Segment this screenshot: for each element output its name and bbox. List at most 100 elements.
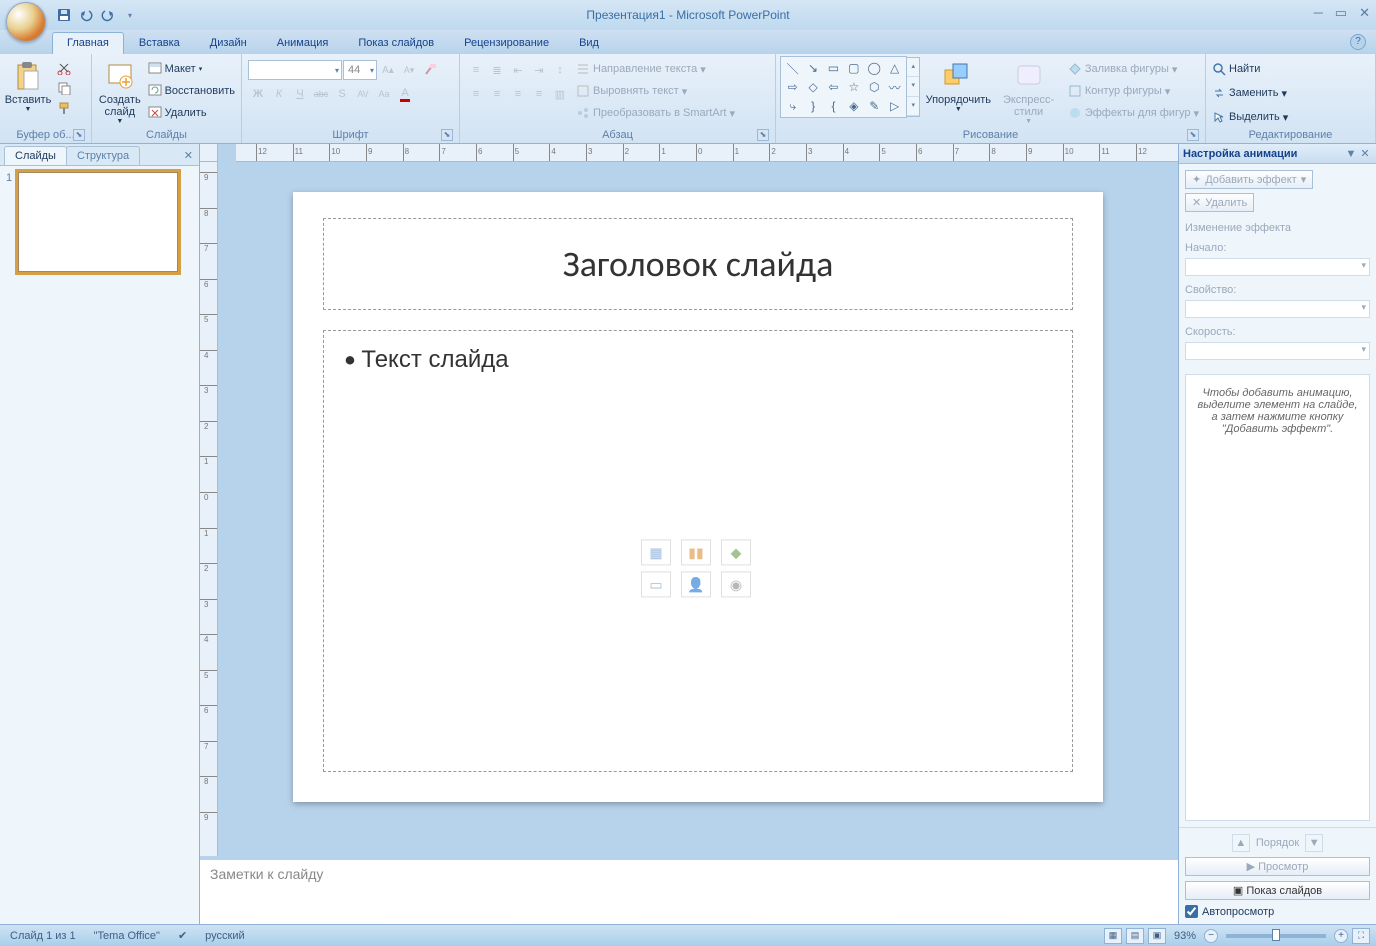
- select-button[interactable]: Выделить ▾: [1210, 106, 1290, 128]
- shape-outline-button[interactable]: Контур фигуры ▾: [1066, 80, 1201, 102]
- tab-home[interactable]: Главная: [52, 32, 124, 54]
- numbering-button[interactable]: ≣: [487, 60, 507, 80]
- shape-scribble-icon[interactable]: ✎: [865, 97, 884, 115]
- font-size-combo[interactable]: 44: [343, 60, 377, 80]
- clipboard-dialog-launcher[interactable]: ⬊: [73, 129, 85, 141]
- close-slides-panel[interactable]: ✕: [184, 149, 193, 165]
- text-direction-button[interactable]: Направление текста ▾: [574, 58, 737, 80]
- title-placeholder[interactable]: Заголовок слайда: [323, 218, 1073, 310]
- align-right-button[interactable]: ≡: [508, 84, 528, 104]
- zoom-slider[interactable]: [1226, 934, 1326, 938]
- move-up-button[interactable]: ▲: [1232, 834, 1250, 852]
- normal-view-button[interactable]: ▦: [1104, 928, 1122, 944]
- close-button[interactable]: ✕: [1359, 5, 1370, 21]
- shape-brace-icon[interactable]: }: [803, 97, 822, 115]
- pane-menu-icon[interactable]: ▼: [1344, 148, 1358, 160]
- shape-effects-button[interactable]: Эффекты для фигур ▾: [1066, 102, 1201, 124]
- delete-slide-button[interactable]: Удалить: [146, 102, 237, 124]
- align-text-button[interactable]: Выровнять текст ▾: [574, 80, 737, 102]
- replace-button[interactable]: Заменить ▾: [1210, 82, 1289, 104]
- line-spacing-button[interactable]: ↕: [550, 60, 570, 80]
- shape-arrow2-icon[interactable]: ⇨: [783, 78, 802, 96]
- shapes-scroll-up[interactable]: ▴: [907, 58, 919, 77]
- slideshow-button[interactable]: ▣ Показ слайдов: [1185, 881, 1370, 900]
- align-left-button[interactable]: ≡: [466, 84, 486, 104]
- strike-button[interactable]: abc: [311, 84, 331, 104]
- shape-action-icon[interactable]: ▷: [885, 97, 904, 115]
- new-slide-button[interactable]: Создать слайд ▼: [96, 56, 144, 127]
- ribbon-help-icon[interactable]: ?: [1350, 34, 1366, 50]
- property-combo[interactable]: [1185, 300, 1370, 318]
- tab-view[interactable]: Вид: [564, 32, 614, 54]
- arrange-button[interactable]: Упорядочить▼: [925, 56, 991, 115]
- slide[interactable]: Заголовок слайда • Текст слайда ▦ ▮▮ ◆ ▭…: [293, 192, 1103, 802]
- tab-outline[interactable]: Структура: [66, 146, 140, 165]
- shape-rect-icon[interactable]: ▭: [824, 59, 843, 77]
- insert-chart-icon[interactable]: ▮▮: [681, 539, 711, 565]
- change-case-button[interactable]: Aa: [374, 84, 394, 104]
- save-icon[interactable]: [56, 7, 72, 23]
- slide-thumbnail[interactable]: 1: [6, 172, 193, 272]
- shape-textbox-icon[interactable]: ▢: [844, 59, 863, 77]
- sorter-view-button[interactable]: ▤: [1126, 928, 1144, 944]
- underline-button[interactable]: Ч: [290, 84, 310, 104]
- zoom-in-button[interactable]: +: [1334, 929, 1348, 943]
- shape-triangle-icon[interactable]: △: [885, 59, 904, 77]
- undo-icon[interactable]: [78, 7, 94, 23]
- paste-button[interactable]: Вставить ▼: [4, 56, 52, 115]
- language-status[interactable]: русский: [201, 930, 248, 942]
- minimize-button[interactable]: ─: [1314, 5, 1323, 21]
- increase-indent-button[interactable]: ⇥: [529, 60, 549, 80]
- shape-callout-icon[interactable]: ◈: [844, 97, 863, 115]
- bold-button[interactable]: Ж: [248, 84, 268, 104]
- shapes-gallery[interactable]: ＼ ↘ ▭ ▢ ◯ △ ⇨ ◇ ⇦ ☆ ⬡ 〰 ⤷ } { ◈ ✎ ▷ ▴▾▾: [780, 56, 907, 118]
- shape-fill-button[interactable]: Заливка фигуры ▾: [1066, 58, 1201, 80]
- zoom-out-button[interactable]: −: [1204, 929, 1218, 943]
- zoom-handle[interactable]: [1272, 929, 1280, 941]
- font-family-combo[interactable]: [248, 60, 342, 80]
- tab-slideshow[interactable]: Показ слайдов: [343, 32, 449, 54]
- find-button[interactable]: Найти: [1210, 58, 1262, 80]
- align-center-button[interactable]: ≡: [487, 84, 507, 104]
- insert-picture-icon[interactable]: ▭: [641, 571, 671, 597]
- shape-hexagon-icon[interactable]: ⬡: [865, 78, 884, 96]
- layout-button[interactable]: Макет ▾: [146, 58, 237, 80]
- remove-effect-button[interactable]: ✕ Удалить: [1185, 193, 1254, 212]
- zoom-value[interactable]: 93%: [1174, 930, 1196, 942]
- notes-pane[interactable]: Заметки к слайду: [200, 856, 1178, 924]
- shape-brace2-icon[interactable]: {: [824, 97, 843, 115]
- decrease-indent-button[interactable]: ⇤: [508, 60, 528, 80]
- insert-media-icon[interactable]: ◉: [721, 571, 751, 597]
- italic-button[interactable]: К: [269, 84, 289, 104]
- shape-oval-icon[interactable]: ◯: [865, 59, 884, 77]
- shadow-button[interactable]: S: [332, 84, 352, 104]
- justify-button[interactable]: ≡: [529, 84, 549, 104]
- shape-line-icon[interactable]: ＼: [783, 59, 802, 77]
- slide-canvas-area[interactable]: Заголовок слайда • Текст слайда ▦ ▮▮ ◆ ▭…: [218, 162, 1178, 856]
- copy-button[interactable]: [54, 78, 74, 98]
- char-spacing-button[interactable]: AV: [353, 84, 373, 104]
- move-down-button[interactable]: ▼: [1305, 834, 1323, 852]
- office-button[interactable]: [6, 2, 46, 42]
- insert-clipart-icon[interactable]: 👤: [681, 571, 711, 597]
- autopreview-check[interactable]: Автопросмотр: [1185, 905, 1370, 918]
- shape-diamond-icon[interactable]: ◇: [803, 78, 822, 96]
- tab-slides-thumbnails[interactable]: Слайды: [4, 146, 67, 165]
- redo-icon[interactable]: [100, 7, 116, 23]
- clear-formatting-button[interactable]: [420, 60, 440, 80]
- shapes-scroll-down[interactable]: ▾: [907, 77, 919, 96]
- speed-combo[interactable]: [1185, 342, 1370, 360]
- format-painter-button[interactable]: [54, 98, 74, 118]
- tab-design[interactable]: Дизайн: [195, 32, 262, 54]
- shrink-font-button[interactable]: A▾: [399, 60, 419, 80]
- font-color-button[interactable]: A: [395, 84, 415, 104]
- slideshow-view-button[interactable]: ▣: [1148, 928, 1166, 944]
- paragraph-dialog-launcher[interactable]: ⬊: [757, 129, 769, 141]
- quick-styles-button[interactable]: Экспресс-стили▼: [993, 56, 1064, 127]
- shapes-more[interactable]: ▾: [907, 97, 919, 116]
- qat-more-icon[interactable]: ▾: [122, 7, 138, 23]
- fit-window-button[interactable]: ⛶: [1352, 928, 1370, 944]
- pane-close-icon[interactable]: ✕: [1358, 147, 1372, 160]
- shape-star-icon[interactable]: ☆: [844, 78, 863, 96]
- drawing-dialog-launcher[interactable]: ⬊: [1187, 129, 1199, 141]
